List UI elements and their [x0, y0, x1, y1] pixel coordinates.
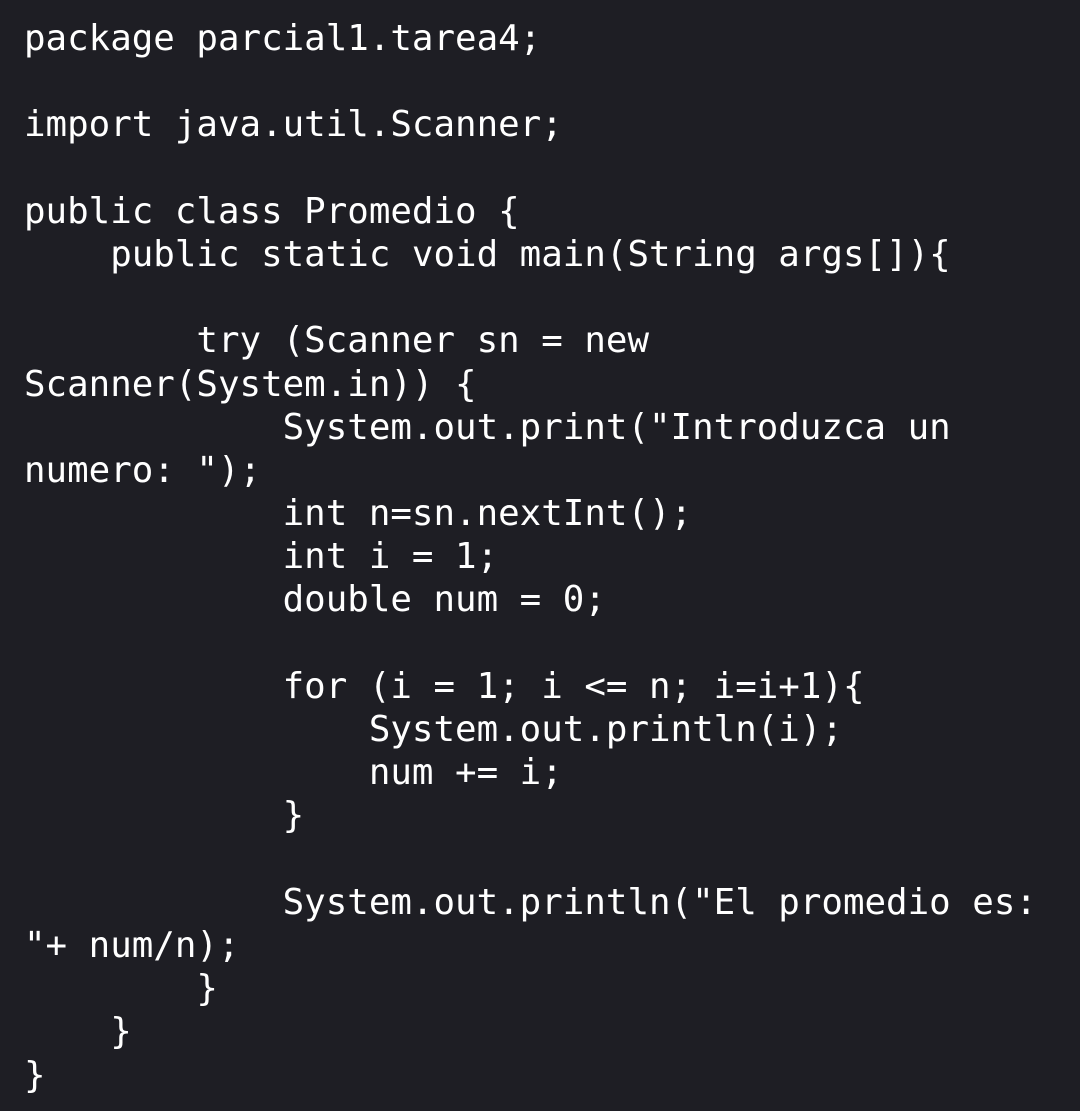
- code-line: import java.util.Scanner;: [24, 104, 563, 146]
- code-line: }: [24, 795, 305, 837]
- code-line: Scanner(System.in)) {: [24, 363, 477, 405]
- code-line: System.out.println("El promedio es:: [24, 881, 1037, 923]
- code-line: System.out.print("Introduzca un: [24, 406, 951, 448]
- code-line: int i = 1;: [24, 536, 499, 578]
- code-line: num += i;: [24, 752, 563, 794]
- code-editor[interactable]: package parcial1.tarea4; import java.uti…: [24, 17, 1064, 1097]
- code-line: System.out.println(i);: [24, 709, 843, 750]
- code-line: }: [24, 1011, 132, 1053]
- code-line: double num = 0;: [24, 579, 606, 621]
- code-line: package parcial1.tarea4;: [24, 18, 542, 59]
- code-line: public static void main(String args[]){: [24, 233, 951, 275]
- code-line: "+ num/n);: [24, 924, 240, 966]
- code-line: int n=sn.nextInt();: [24, 493, 693, 535]
- code-line: for (i = 1; i <= n; i=i+1){: [24, 665, 865, 707]
- code-line: }: [24, 1054, 46, 1096]
- code-line: public class Promedio {: [24, 190, 520, 232]
- code-line: }: [24, 968, 218, 1010]
- code-line: numero: ");: [24, 449, 262, 491]
- code-line: try (Scanner sn = new: [24, 320, 649, 362]
